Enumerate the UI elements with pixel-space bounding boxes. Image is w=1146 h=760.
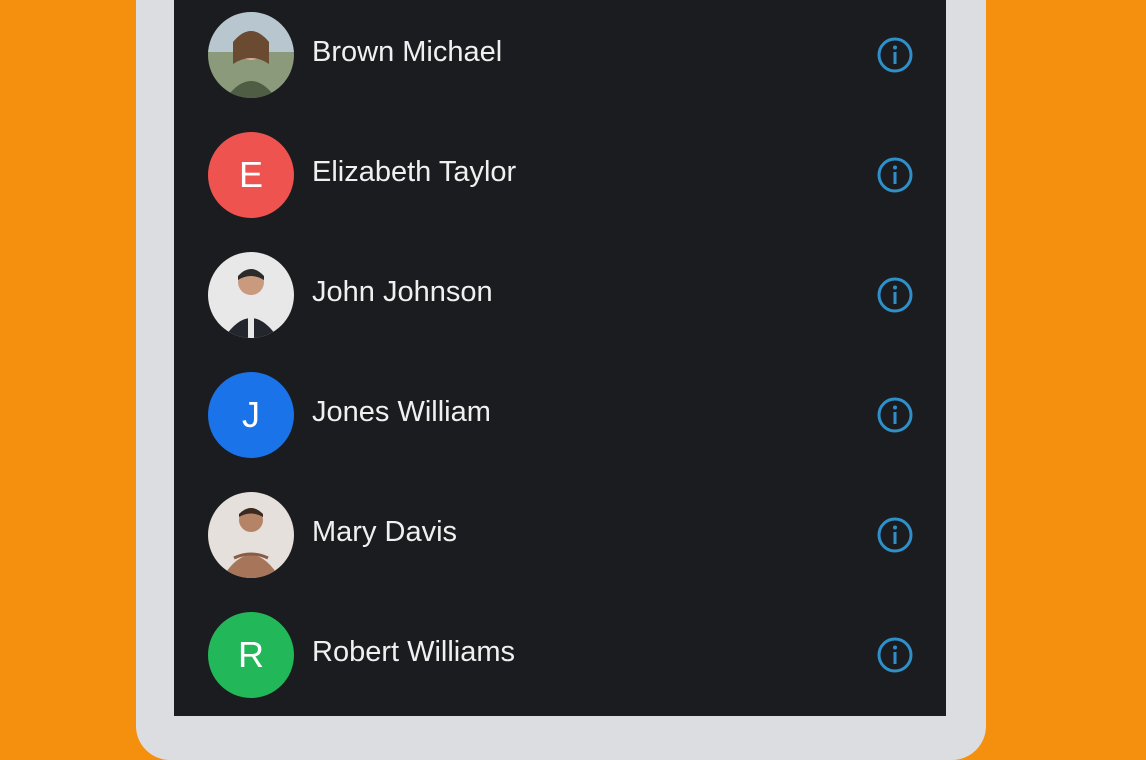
- info-button[interactable]: [874, 34, 916, 76]
- avatar-brown-michael: [208, 12, 294, 98]
- info-icon: [877, 37, 913, 73]
- contact-row-elizabeth-taylor[interactable]: E Elizabeth Taylor: [174, 120, 946, 232]
- avatar-elizabeth-taylor: E: [208, 132, 294, 218]
- contact-name: Elizabeth Taylor: [312, 156, 517, 188]
- avatar-john-johnson: [208, 252, 294, 338]
- info-button[interactable]: [874, 394, 916, 436]
- info-button[interactable]: [874, 514, 916, 556]
- avatar-jones-william: J: [208, 372, 294, 458]
- avatar-letter: J: [242, 394, 260, 435]
- contacts-screen: Brown Michael E Elizabeth Taylor John Jo…: [174, 0, 946, 716]
- contact-row-brown-michael[interactable]: Brown Michael: [174, 0, 946, 112]
- person-photo-icon: [208, 12, 294, 98]
- info-icon: [877, 277, 913, 313]
- person-photo-icon: [208, 492, 294, 578]
- contact-name: Robert Williams: [312, 636, 516, 668]
- info-icon: [877, 397, 913, 433]
- info-icon: [877, 517, 913, 553]
- avatar-letter: R: [238, 634, 264, 675]
- info-button[interactable]: [874, 274, 916, 316]
- person-photo-icon: [208, 252, 294, 338]
- info-button[interactable]: [874, 154, 916, 196]
- contact-row-mary-davis[interactable]: Mary Davis: [174, 480, 946, 592]
- contact-row-robert-williams[interactable]: R Robert Williams: [174, 600, 946, 712]
- info-button[interactable]: [874, 634, 916, 676]
- info-icon: [877, 157, 913, 193]
- contact-name: Brown Michael: [312, 36, 503, 68]
- avatar-robert-williams: R: [208, 612, 294, 698]
- contact-name: Jones William: [312, 396, 491, 428]
- info-icon: [877, 637, 913, 673]
- contact-row-jones-william[interactable]: J Jones William: [174, 360, 946, 472]
- contact-name: John Johnson: [312, 276, 493, 308]
- contact-name: Mary Davis: [312, 516, 458, 548]
- avatar-mary-davis: [208, 492, 294, 578]
- contact-row-john-johnson[interactable]: John Johnson: [174, 240, 946, 352]
- avatar-letter: E: [238, 154, 263, 195]
